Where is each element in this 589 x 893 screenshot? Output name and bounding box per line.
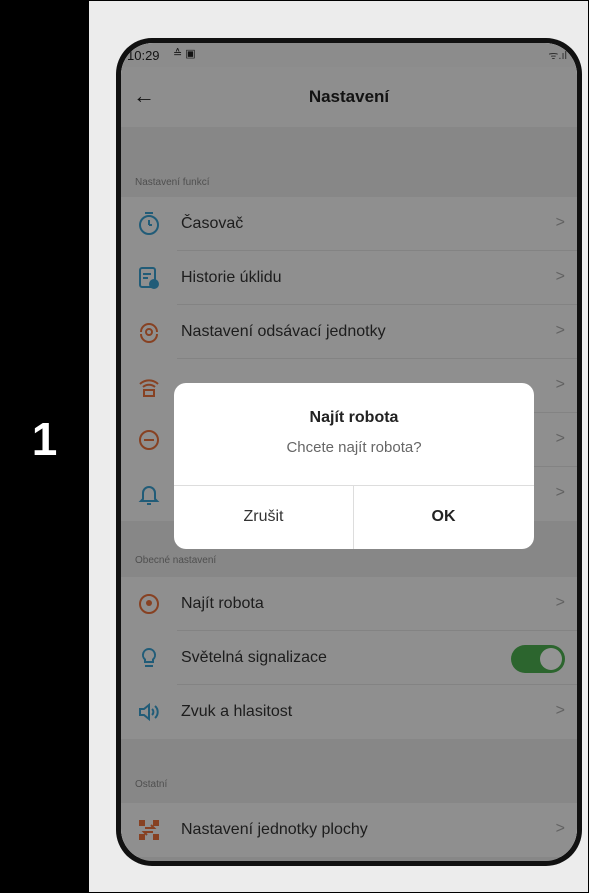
step-sidebar: 1 xyxy=(0,0,89,893)
phone-screen: 10:29 ≙ ▣ ᯤ.ıl ← Nastavení Nastavení fun… xyxy=(121,43,577,861)
cancel-button[interactable]: Zrušit xyxy=(174,485,353,549)
find-robot-dialog: Najít robota Chcete najít robota? Zrušit… xyxy=(174,383,534,549)
ok-button[interactable]: OK xyxy=(354,485,533,549)
step-number: 1 xyxy=(31,413,58,465)
dialog-title: Najít robota xyxy=(309,409,399,426)
phone-frame: 10:29 ≙ ▣ ᯤ.ıl ← Nastavení Nastavení fun… xyxy=(116,38,582,866)
dialog-message: Chcete najít robota? xyxy=(286,439,422,456)
